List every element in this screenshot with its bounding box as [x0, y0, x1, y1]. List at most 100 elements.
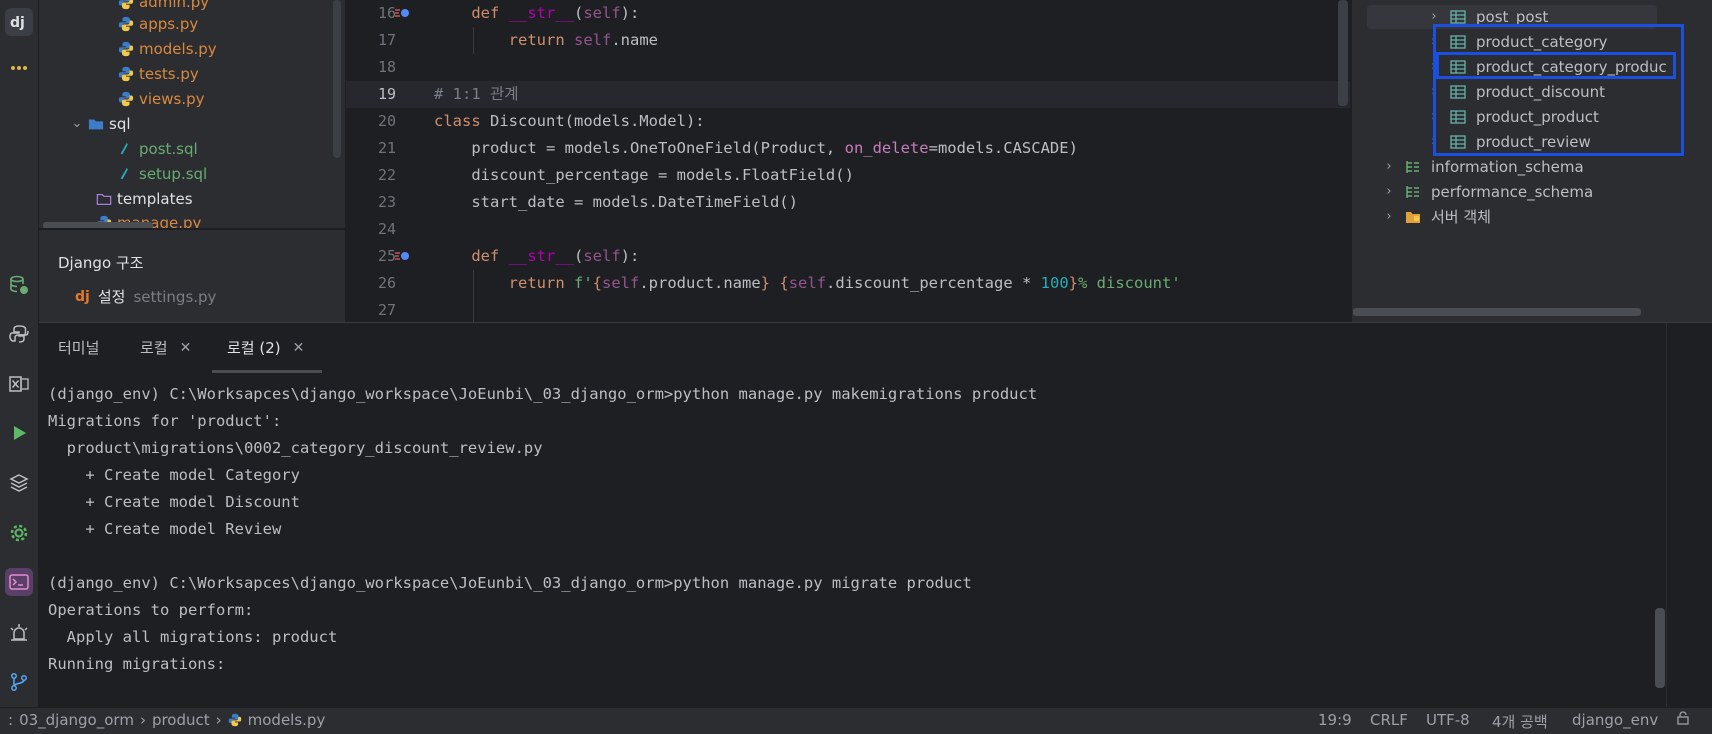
file-encoding[interactable]: UTF-8	[1426, 711, 1470, 729]
line-number: 19	[377, 85, 396, 103]
svg-text:dj: dj	[10, 15, 25, 31]
tree-file-views[interactable]: views.py	[117, 87, 205, 111]
close-icon[interactable]: ✕	[293, 340, 305, 356]
breadcrumb-dot-icon: :	[8, 711, 14, 729]
python-console-icon[interactable]	[5, 320, 33, 348]
line-number: 26	[377, 274, 396, 292]
breadcrumb: : 03_django_orm › product › models.py	[8, 711, 325, 729]
terminal-line: Apply all migrations: product	[48, 628, 338, 646]
python-file-icon	[117, 0, 135, 11]
sql-file-icon	[117, 165, 135, 183]
tree-file-label: models.py	[139, 40, 217, 58]
panel-title: Django 구조	[58, 254, 144, 272]
tab-label: 터미널	[58, 339, 100, 357]
tab-local-2[interactable]: 로컬 (2) ✕	[227, 337, 304, 358]
tree-file-label: views.py	[139, 90, 205, 108]
tree-file-apps[interactable]: apps.py	[117, 12, 198, 36]
vertical-scrollbar[interactable]	[333, 0, 341, 158]
chevron-right-icon[interactable]: ›	[1383, 205, 1395, 229]
code-line-22: discount_percentage = models.FloatField(…	[434, 166, 854, 184]
db-server-label: 서버 객체	[1431, 208, 1491, 226]
line-number: 20	[377, 112, 396, 130]
tree-file-models[interactable]: models.py	[117, 37, 217, 61]
code-line-25: def __str__(self):	[471, 247, 640, 265]
code-line-19: # 1:1 관계	[434, 85, 519, 103]
close-icon[interactable]: ✕	[180, 340, 192, 356]
annotation-box-inner	[1436, 52, 1676, 79]
lock-icon[interactable]	[1676, 711, 1690, 725]
django-structure-panel: Django 구조 dj 설정 settings.py	[39, 229, 345, 322]
db-server-objects[interactable]: › 서버 객체	[1383, 205, 1491, 229]
editor-scrollbar[interactable]	[1338, 0, 1348, 106]
line-number: 24	[377, 220, 396, 238]
database-icon[interactable]	[5, 271, 33, 299]
tab-terminal[interactable]: 터미널	[58, 337, 99, 358]
excel-icon[interactable]	[5, 370, 33, 398]
tab-local[interactable]: 로컬 ✕	[140, 337, 191, 358]
django-dj-icon: dj	[75, 288, 90, 305]
code-line-26: return f'{self.product.name} {self.disco…	[508, 274, 1181, 292]
python-file-icon	[117, 40, 135, 58]
line-number: 22	[377, 166, 396, 184]
terminal-icon[interactable]	[5, 568, 33, 596]
indent-setting[interactable]: 4개 공백	[1492, 711, 1548, 732]
override-method-icon[interactable]	[394, 248, 410, 264]
code-line-16: def __str__(self):	[471, 4, 640, 22]
tree-file-post-sql[interactable]: post.sql	[117, 137, 198, 161]
python-file-icon	[228, 713, 241, 727]
line-ending[interactable]: CRLF	[1370, 711, 1408, 729]
tree-folder-sql[interactable]: ⌄ sql	[71, 112, 131, 136]
python-file-icon	[117, 65, 135, 83]
terminal-line: (django_env) C:\Worksapces\django_worksp…	[48, 574, 972, 592]
terminal-scrollbar[interactable]	[1655, 608, 1665, 688]
git-branch-icon[interactable]	[5, 668, 33, 696]
run-icon[interactable]	[5, 419, 33, 447]
layers-icon[interactable]	[5, 469, 33, 497]
db-schema-label: information_schema	[1431, 158, 1584, 176]
code-line-23: start_date = models.DateTimeField()	[434, 193, 798, 211]
code-line-21: product = models.OneToOneField(Product, …	[434, 139, 1078, 157]
sql-file-icon	[117, 140, 135, 158]
tab-label: 로컬	[140, 339, 168, 357]
cursor-position[interactable]: 19:9	[1318, 711, 1352, 729]
terminal-line: + Create model Category	[48, 466, 300, 484]
db-schema-information[interactable]: › information_schema	[1383, 155, 1584, 179]
chevron-right-icon[interactable]: ›	[1383, 180, 1395, 204]
breadcrumb-item[interactable]: 03_django_orm	[19, 711, 134, 729]
tree-file-setup-sql[interactable]: setup.sql	[117, 162, 207, 186]
horizontal-scrollbar[interactable]	[43, 222, 153, 228]
settings-gear-icon[interactable]	[5, 519, 33, 547]
tree-file-label: apps.py	[139, 15, 199, 33]
override-method-icon[interactable]	[394, 5, 410, 21]
tree-file-label: setup.sql	[139, 165, 208, 183]
chevron-right-icon: ›	[215, 711, 222, 729]
db-schema-label: performance_schema	[1431, 183, 1594, 201]
django-logo-icon[interactable]: dj	[5, 8, 33, 36]
line-number: 21	[377, 139, 396, 157]
terminal-panel: 터미널 로컬 ✕ 로컬 (2) ✕ (django_env) C:\Worksa…	[39, 322, 1712, 708]
tree-file-label: tests.py	[139, 65, 199, 83]
breadcrumb-item[interactable]: product	[152, 711, 210, 729]
terminal-line: Operations to perform:	[48, 601, 254, 619]
tree-file-tests[interactable]: tests.py	[117, 62, 199, 86]
horizontal-scrollbar[interactable]	[1353, 308, 1641, 316]
alert-siren-icon[interactable]	[5, 619, 33, 647]
chevron-down-icon[interactable]: ⌄	[71, 112, 83, 136]
breadcrumb-item[interactable]: models.py	[248, 711, 326, 729]
python-file-icon	[117, 90, 135, 108]
settings-item[interactable]: dj 설정 settings.py	[75, 286, 216, 307]
line-number: 27	[377, 301, 396, 319]
python-interpreter[interactable]: django_env	[1572, 711, 1658, 729]
tree-folder-templates[interactable]: templates	[95, 187, 193, 211]
code-editor[interactable]: 16 17 18 19 20 21 22 23 24 25 26 27 def …	[346, 0, 1350, 322]
terminal-line: Migrations for 'product':	[48, 412, 282, 430]
database-explorer: › post_post › product_category › product…	[1351, 0, 1712, 322]
more-icon[interactable]	[5, 54, 33, 82]
server-folder-icon	[1406, 212, 1420, 223]
python-file-icon	[117, 15, 135, 33]
schema-icon	[1406, 186, 1419, 198]
terminal-line: + Create model Review	[48, 520, 282, 538]
chevron-right-icon[interactable]: ›	[1383, 155, 1395, 179]
db-schema-performance[interactable]: › performance_schema	[1383, 180, 1593, 204]
active-tab-indicator	[212, 370, 322, 373]
